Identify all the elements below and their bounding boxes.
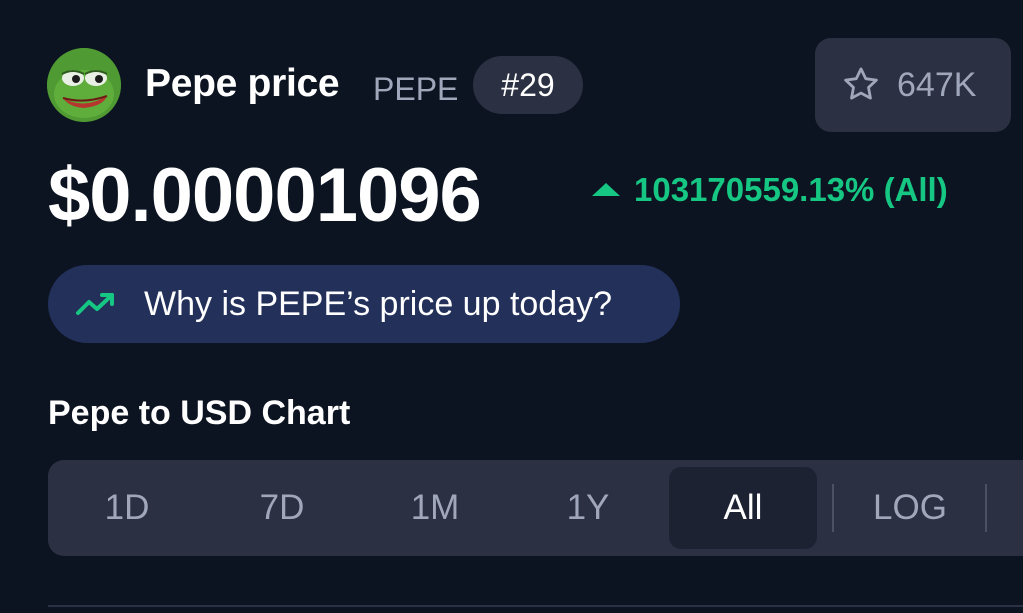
coin-symbol: PEPE bbox=[373, 71, 459, 107]
tab-divider bbox=[985, 484, 987, 532]
chart-section-title: Pepe to USD Chart bbox=[48, 394, 351, 432]
tab-1m[interactable]: 1M bbox=[376, 460, 494, 556]
page-title: Pepe price bbox=[145, 62, 340, 105]
watchlist-button[interactable]: 647K bbox=[815, 38, 1011, 132]
rank-badge: #29 bbox=[473, 56, 583, 114]
tab-1d[interactable]: 1D bbox=[68, 460, 186, 556]
tab-7d[interactable]: 7D bbox=[223, 460, 341, 556]
tab-log[interactable]: LOG bbox=[848, 460, 972, 556]
tab-divider bbox=[832, 484, 834, 532]
coin-price-page: Pepe price PEPE #29 647K $0.00001096 103… bbox=[0, 0, 1023, 613]
chart-top-border bbox=[48, 605, 1023, 607]
price-change: 103170559.13% (All) bbox=[592, 171, 948, 209]
tab-1y[interactable]: 1Y bbox=[529, 460, 647, 556]
pepe-logo-icon bbox=[47, 48, 121, 122]
why-price-up-label: Why is PEPE’s price up today? bbox=[144, 284, 613, 323]
current-price: $0.00001096 bbox=[48, 153, 482, 238]
star-icon bbox=[844, 67, 878, 100]
tab-all[interactable]: All bbox=[669, 467, 817, 549]
price-change-value: 103170559.13% (All) bbox=[634, 171, 948, 208]
caret-up-icon bbox=[592, 182, 620, 196]
why-price-up-button[interactable]: Why is PEPE’s price up today? bbox=[48, 265, 680, 343]
trending-up-icon bbox=[76, 293, 114, 315]
watchlist-count: 647K bbox=[897, 65, 977, 104]
range-tab-bar: 1D 7D 1M 1Y All LOG bbox=[48, 460, 1023, 556]
